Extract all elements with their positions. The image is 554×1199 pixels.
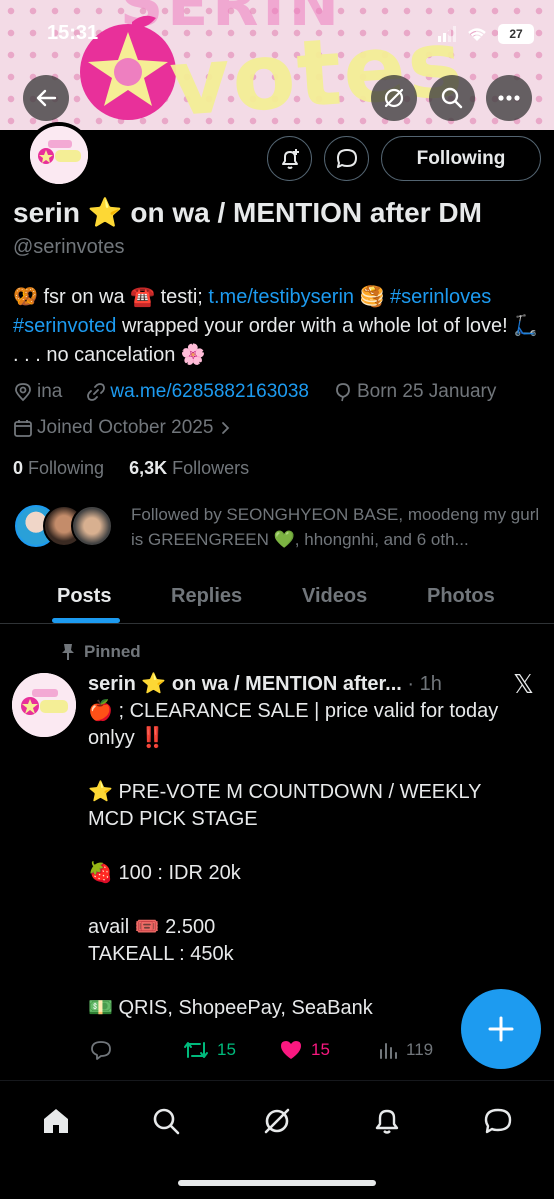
- nav-home[interactable]: [36, 1101, 76, 1141]
- followed-by-text[interactable]: Followed by SEONGHYEON BASE, moodeng my …: [131, 502, 541, 552]
- active-tab-indicator: [52, 618, 120, 623]
- profile-handle: @serinvotes: [13, 236, 125, 258]
- grok-icon: [264, 1108, 290, 1134]
- post-header: serin ⭐ on wa / MENTION after... · 1h: [88, 671, 442, 696]
- nav-notifications[interactable]: [367, 1101, 407, 1141]
- followers-count: 6,3K: [129, 458, 168, 478]
- pinned-text: Pinned: [84, 642, 141, 661]
- post-time: · 1h: [407, 673, 442, 695]
- views-count: 119: [406, 1040, 434, 1059]
- home-icon: [44, 1109, 68, 1133]
- bio-link[interactable]: t.me/testibyserin: [208, 286, 354, 308]
- profile-location: ina: [37, 381, 63, 402]
- link-icon: [87, 383, 106, 401]
- views-icon: [380, 1043, 397, 1059]
- pinned-label: Pinned: [60, 642, 141, 662]
- followers-count-link[interactable]: 6,3K Followers: [129, 458, 249, 478]
- nav-grok[interactable]: [257, 1101, 297, 1141]
- reply-button[interactable]: [90, 1036, 112, 1064]
- profile-avatar[interactable]: [26, 122, 92, 188]
- balloon-icon: [336, 383, 350, 402]
- status-icons: 27: [438, 24, 534, 44]
- retweet-icon: [184, 1042, 208, 1058]
- avatar-logo: [12, 673, 76, 737]
- compose-button[interactable]: [461, 989, 541, 1069]
- calendar-icon: [14, 420, 32, 437]
- notify-button[interactable]: [267, 136, 312, 181]
- profile-birthday: Born 25 January: [356, 381, 497, 402]
- bio-text: 🥞: [354, 286, 391, 308]
- bell-icon: [375, 1109, 399, 1134]
- nav-search[interactable]: [146, 1101, 186, 1141]
- x-logo-icon: 𝕏: [513, 670, 534, 700]
- display-name: serin ⭐ on wa / MENTION after DM: [13, 197, 482, 228]
- message-icon: [484, 1108, 512, 1134]
- profile-meta-row: ina wa.me/6285882163038 Born 25 January: [13, 381, 496, 403]
- views-button[interactable]: 119: [378, 1036, 433, 1064]
- profile-tabs: Posts Replies Videos Photos: [0, 568, 554, 624]
- post-author-avatar[interactable]: [12, 673, 76, 737]
- bell-plus-icon: [281, 148, 299, 169]
- reply-icon: [91, 1041, 111, 1060]
- back-icon: [36, 89, 57, 107]
- following-label: Following: [28, 458, 105, 478]
- search-icon: [153, 1108, 180, 1135]
- grok-button[interactable]: [371, 75, 417, 121]
- chevron-right-icon: [222, 422, 230, 434]
- profile-website[interactable]: wa.me/6285882163038: [110, 381, 309, 403]
- signal-icon: [438, 26, 456, 42]
- plus-icon: [488, 1016, 514, 1042]
- following-button[interactable]: Following: [381, 136, 541, 181]
- status-time: 15:31: [47, 22, 99, 44]
- tab-posts[interactable]: Posts: [57, 568, 111, 624]
- post-author[interactable]: serin ⭐ on wa / MENTION after...: [88, 673, 402, 695]
- nav-messages[interactable]: [478, 1101, 518, 1141]
- like-button[interactable]: 15: [279, 1036, 330, 1064]
- tab-photos[interactable]: Photos: [427, 568, 495, 624]
- status-bar: 15:31 27: [0, 0, 554, 70]
- battery-indicator: 27: [498, 24, 534, 44]
- home-indicator: [178, 1180, 376, 1186]
- more-button[interactable]: [486, 75, 532, 121]
- tab-replies[interactable]: Replies: [171, 568, 242, 624]
- following-count: 0: [13, 458, 24, 478]
- followers-label: Followers: [172, 458, 250, 478]
- bio-hashtag[interactable]: #serinvoted: [13, 315, 116, 337]
- bio-text: 🥨 fsr on wa ☎️ testi;: [13, 286, 209, 308]
- message-button[interactable]: [324, 136, 369, 181]
- post-body[interactable]: 🍎 ; CLEARANCE SALE | price valid for tod…: [88, 698, 528, 1022]
- search-button[interactable]: [429, 75, 475, 121]
- more-icon: [498, 95, 520, 101]
- followed-by-avatars[interactable]: [15, 505, 113, 547]
- heart-icon: [281, 1041, 301, 1059]
- location-icon: [15, 383, 31, 402]
- search-icon: [441, 87, 463, 109]
- follow-counts: 0 Following 6,3K Followers: [13, 458, 249, 479]
- like-count: 15: [311, 1040, 330, 1059]
- profile-bio: 🥨 fsr on wa ☎️ testi; t.me/testibyserin …: [13, 283, 543, 370]
- message-icon: [336, 148, 357, 168]
- grok-icon: [384, 88, 404, 108]
- retweet-button[interactable]: 15: [183, 1036, 236, 1064]
- bio-hashtag[interactable]: #serinloves: [390, 286, 491, 308]
- pin-icon: [62, 644, 74, 660]
- profile-joined: Joined October 2025: [37, 417, 214, 438]
- avatar: [71, 505, 113, 547]
- tab-videos[interactable]: Videos: [302, 568, 367, 624]
- joined-row[interactable]: Joined October 2025: [13, 417, 233, 439]
- retweet-count: 15: [217, 1040, 236, 1059]
- avatar-logo: [30, 126, 88, 184]
- wifi-icon: [468, 28, 486, 41]
- following-count-link[interactable]: 0 Following: [13, 458, 104, 478]
- back-button[interactable]: [23, 75, 69, 121]
